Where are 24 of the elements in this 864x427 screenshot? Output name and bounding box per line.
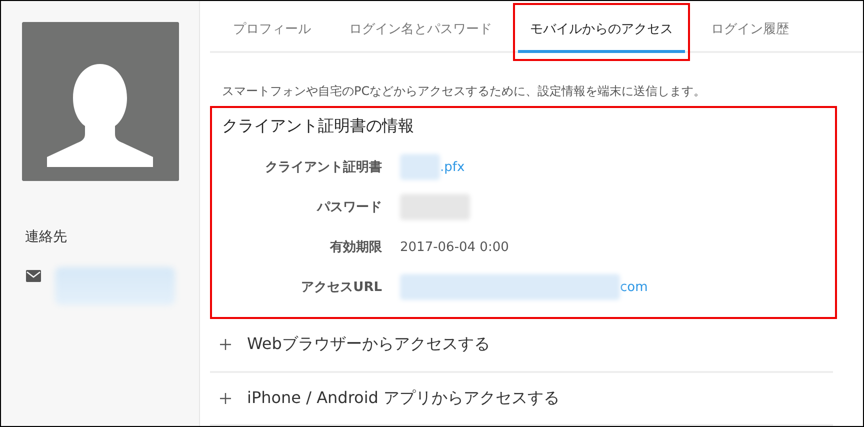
field-label: パスワード — [316, 199, 382, 216]
section-title: クライアント証明書の情報 — [222, 116, 415, 137]
accordion-label: Webブラウザーからアクセスする — [247, 334, 490, 356]
mail-icon — [26, 270, 41, 282]
field-label: アクセスURL — [300, 279, 382, 296]
description-text: スマートフォンや自宅のPCなどからアクセスするために、設定情報を端末に送信します。 — [222, 83, 707, 100]
url-link[interactable]: com — [620, 280, 648, 294]
row-value: 2017-06-04 0:00 — [400, 240, 509, 254]
avatar-icon — [22, 22, 179, 181]
contact-heading: 連絡先 — [25, 228, 68, 246]
tab[interactable]: ログイン名とパスワード — [337, 7, 504, 53]
plus-icon — [220, 339, 231, 350]
plus-icon — [220, 392, 231, 404]
field-label: クライアント証明書 — [264, 159, 382, 176]
accordion-header[interactable]: iPhone / Android アプリからアクセスする — [210, 372, 833, 426]
file-link[interactable]: .pfx — [440, 160, 465, 174]
blurred-text — [400, 154, 440, 180]
field-label: 有効期限 — [328, 239, 382, 256]
accordion-label: iPhone / Android アプリからアクセスする — [247, 388, 560, 409]
accordion-header[interactable]: Webブラウザーからアクセスする — [210, 319, 833, 372]
blurred-text — [400, 194, 470, 220]
tab[interactable]: プロフィール — [221, 7, 323, 53]
tab[interactable]: ログイン履歴 — [699, 7, 801, 53]
tab[interactable]: モバイルからのアクセス — [518, 7, 685, 53]
